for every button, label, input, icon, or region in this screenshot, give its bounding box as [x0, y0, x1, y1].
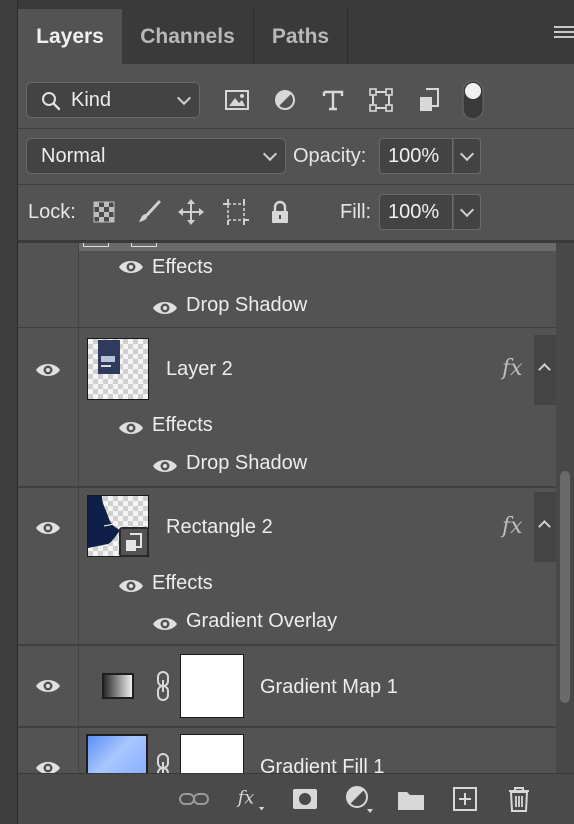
- chevron-down-icon: [459, 146, 475, 162]
- layers-panel: Layers Channels Paths Kind Normal Opacit…: [18, 0, 574, 824]
- layer-name[interactable]: Gradient Fill 1: [260, 756, 385, 773]
- panel-left-gutter: [0, 0, 18, 824]
- blend-mode-dropdown[interactable]: Normal: [26, 138, 286, 174]
- svg-text:fx: fx: [236, 788, 254, 808]
- effect-drop-shadow[interactable]: Drop Shadow: [186, 294, 307, 317]
- bottom-toolbar: fx: [18, 773, 574, 824]
- chevron-down-icon: [262, 146, 278, 162]
- eye-icon[interactable]: [35, 519, 61, 537]
- chevron-down-icon: [176, 90, 192, 106]
- layer-name[interactable]: Layer 2: [166, 358, 233, 381]
- fx-badge-icon: fx: [502, 514, 523, 539]
- fx-badge-icon: fx: [502, 356, 523, 381]
- gradient-map-adjustment-icon: [102, 673, 134, 699]
- search-icon: [42, 92, 61, 111]
- new-group-folder-icon[interactable]: [396, 784, 426, 814]
- effects-label: Effects: [152, 256, 213, 278]
- layer-row-rectangle-2[interactable]: Rectangle 2 fx Effects Gradient Overlay: [18, 488, 556, 644]
- fill-dropdown-button[interactable]: [453, 194, 481, 230]
- tab-paths[interactable]: Paths: [254, 9, 347, 64]
- shape-layer-filter-icon[interactable]: [368, 87, 394, 113]
- lock-position-move-icon[interactable]: [178, 199, 204, 225]
- chevron-up-icon: [538, 520, 551, 533]
- eye-icon[interactable]: [35, 677, 61, 695]
- eye-icon[interactable]: [118, 419, 144, 437]
- tab-bar: Layers Channels Paths: [18, 0, 574, 64]
- chain-link-icon[interactable]: [155, 671, 171, 701]
- effects-label: Effects: [152, 572, 213, 594]
- pixel-layer-filter-icon[interactable]: [224, 87, 250, 113]
- chevron-up-icon: [538, 363, 551, 376]
- collapse-effects-button[interactable]: [534, 335, 556, 405]
- effect-drop-shadow[interactable]: Drop Shadow: [186, 452, 307, 475]
- opacity-dropdown-button[interactable]: [453, 138, 481, 174]
- tab-channels[interactable]: Channels: [122, 9, 253, 64]
- filter-kind-label: Kind: [71, 88, 112, 111]
- filter-toggle-switch[interactable]: [462, 80, 484, 120]
- collapse-effects-button[interactable]: [534, 492, 556, 562]
- add-mask-icon[interactable]: [290, 784, 320, 814]
- layer-name[interactable]: Gradient Map 1: [260, 676, 398, 699]
- thumbnail-image: [98, 340, 120, 374]
- scrollbar-thumb[interactable]: [560, 471, 570, 703]
- type-layer-filter-icon[interactable]: [320, 87, 346, 113]
- layer-thumbnail: [87, 338, 149, 400]
- layer-row-gradient-map-1[interactable]: Gradient Map 1: [18, 646, 556, 726]
- smart-object-filter-icon[interactable]: [416, 87, 442, 113]
- new-layer-icon[interactable]: [450, 784, 480, 814]
- fill-label: Fill:: [340, 201, 372, 223]
- eye-icon[interactable]: [118, 577, 144, 595]
- layers-scrollbar[interactable]: [556, 243, 574, 773]
- delete-layer-trash-icon[interactable]: [504, 784, 534, 814]
- add-style-icon[interactable]: fx: [236, 784, 266, 814]
- opacity-input[interactable]: 100%: [379, 138, 453, 174]
- layer-mask-thumbnail[interactable]: [180, 734, 244, 773]
- eye-icon[interactable]: [152, 615, 178, 633]
- fill-input[interactable]: 100%: [379, 194, 453, 230]
- opacity-label: Opacity:: [293, 145, 367, 167]
- gradient-fill-thumbnail: [86, 734, 148, 773]
- layer-mask-thumbnail[interactable]: [180, 654, 244, 718]
- link-layers-icon[interactable]: [179, 784, 209, 814]
- layers-list: Effects Drop Shadow Layer 2 fx Effects D…: [18, 243, 574, 773]
- eye-icon[interactable]: [152, 299, 178, 317]
- lock-label: Lock:: [28, 201, 76, 223]
- filter-kind-dropdown[interactable]: Kind: [26, 82, 200, 118]
- lock-all-icon[interactable]: [268, 199, 292, 225]
- layer-name[interactable]: Rectangle 2: [166, 516, 273, 539]
- panel-menu-icon[interactable]: [554, 26, 574, 42]
- divider: [18, 184, 574, 185]
- adjustment-layer-filter-icon[interactable]: [272, 87, 298, 113]
- chevron-down-icon: [459, 202, 475, 218]
- lock-image-pixels-brush-icon[interactable]: [136, 199, 162, 225]
- lock-artboard-icon[interactable]: [222, 199, 250, 225]
- effects-label: Effects: [152, 414, 213, 436]
- effect-gradient-overlay[interactable]: Gradient Overlay: [186, 610, 337, 633]
- eye-icon[interactable]: [35, 759, 61, 773]
- tab-separator: [347, 9, 348, 64]
- eye-icon[interactable]: [35, 361, 61, 379]
- tab-layers[interactable]: Layers: [18, 9, 122, 64]
- lock-transparent-pixels-icon[interactable]: [92, 200, 116, 224]
- blend-mode-value: Normal: [41, 144, 106, 167]
- layer-row-layer-2[interactable]: Layer 2 fx Effects Drop Shadow: [18, 328, 556, 486]
- smart-object-badge-icon: [119, 527, 149, 557]
- layer-thumbnail: [87, 495, 149, 557]
- eye-icon[interactable]: [152, 457, 178, 475]
- adjustment-layer-icon[interactable]: [344, 784, 374, 814]
- layer-row-gradient-fill-1[interactable]: Gradient Fill 1: [18, 728, 556, 773]
- partial-layer-row: [79, 243, 556, 251]
- eye-icon[interactable]: [118, 258, 144, 276]
- divider: [18, 128, 574, 129]
- chain-link-icon[interactable]: [155, 753, 171, 773]
